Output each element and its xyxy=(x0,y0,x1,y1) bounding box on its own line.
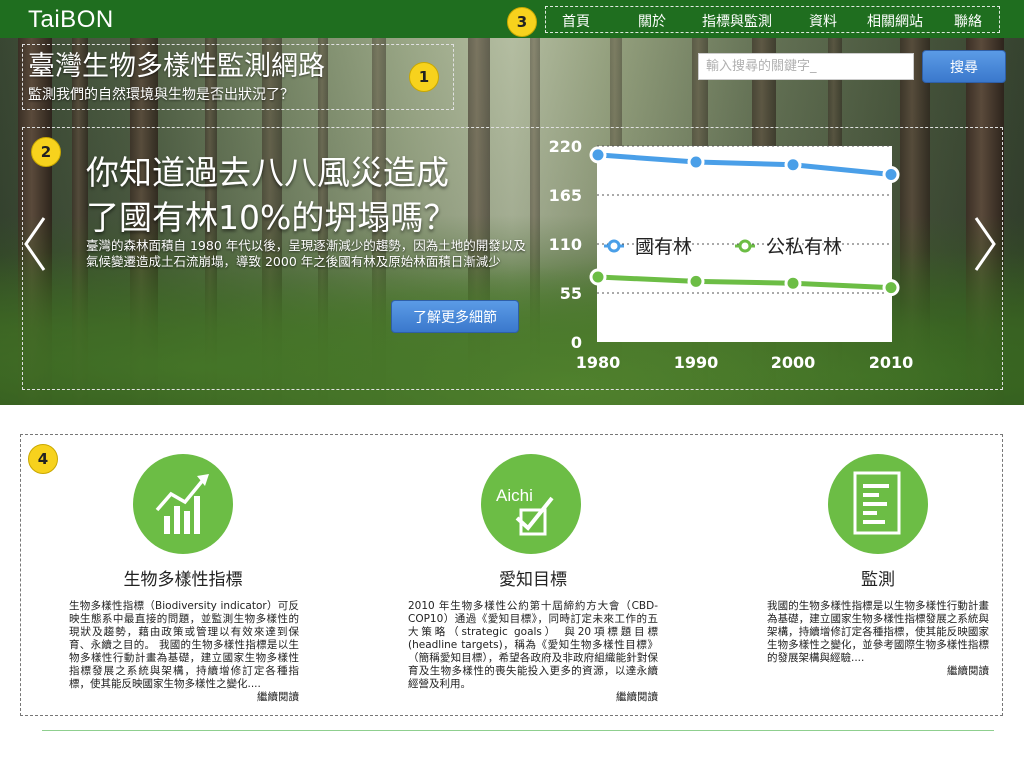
card-text-aichi: 2010 年生物多樣性公約第十屆締約方大會（CBD-COP10）通過《愛知目標》… xyxy=(408,600,658,704)
bar-chart-trend-icon[interactable] xyxy=(133,454,233,554)
legend-marker xyxy=(607,239,621,253)
y-tick-label: 165 xyxy=(549,186,582,205)
main-nav: 首頁 關於 指標與監測 資料 相關網站 聯絡 xyxy=(545,6,1000,33)
card-body: 2010 年生物多樣性公約第十屆締約方大會（CBD-COP10）通過《愛知目標》… xyxy=(408,600,658,690)
legend-label: 國有林 xyxy=(635,236,692,258)
card-body: 我國的生物多樣性指標是以生物多樣性行動計畫為基礎，建立國家生物多樣性指標發展之系… xyxy=(767,600,989,664)
data-point xyxy=(687,272,705,290)
card-body: 生物多樣性指標（Biodiversity indicator）可反映生態系中最直… xyxy=(69,600,299,690)
nav-item-contact[interactable]: 聯絡 xyxy=(954,11,982,31)
card-title-aichi[interactable]: 愛知目標 xyxy=(403,565,663,590)
y-tick-label: 0 xyxy=(571,333,582,352)
read-more-link[interactable]: 繼續閱讀 xyxy=(69,691,299,704)
feature-headline-line: 你知道過去八八風災造成 xyxy=(86,153,449,192)
x-tick-label: 1990 xyxy=(674,353,719,372)
y-tick-label: 110 xyxy=(549,235,582,254)
data-point xyxy=(882,166,900,184)
nav-item-about[interactable]: 關於 xyxy=(638,11,666,31)
aichi-checkbox-icon[interactable]: Aichi xyxy=(481,454,581,554)
data-point xyxy=(784,156,802,174)
annotation-badge: 1 xyxy=(409,62,439,92)
feature-headline-line: 了國有林10%的坍塌嗎？ xyxy=(86,198,457,237)
card-text-monitoring: 我國的生物多樣性指標是以生物多樣性行動計畫為基礎，建立國家生物多樣性指標發展之系… xyxy=(767,600,989,678)
nav-item-links[interactable]: 相關網站 xyxy=(867,11,923,31)
card-title-monitoring[interactable]: 監測 xyxy=(748,565,1008,590)
annotation-badge: 3 xyxy=(507,7,537,37)
feature-description: 臺灣的森林面積自 1980 年代以後，呈現逐漸減少的趨勢，因為土地的開發以及氣候… xyxy=(86,238,526,269)
read-more-link[interactable]: 繼續閱讀 xyxy=(767,665,989,678)
card-text-indicators: 生物多樣性指標（Biodiversity indicator）可反映生態系中最直… xyxy=(69,600,299,704)
data-point xyxy=(882,279,900,297)
document-report-icon[interactable] xyxy=(828,454,928,554)
chevron-right-icon[interactable] xyxy=(972,214,998,274)
forest-area-line-chart: 0 55 110 165 220 1980 1990 2000 2010 國有林 公私有林 xyxy=(549,137,914,372)
nav-item-home[interactable]: 首頁 xyxy=(562,11,590,31)
nav-item-data[interactable]: 資料 xyxy=(809,11,837,31)
aichi-icon-label: Aichi xyxy=(496,486,533,505)
site-title: 臺灣生物多樣性監測網路 xyxy=(28,51,325,82)
x-tick-label: 2010 xyxy=(869,353,914,372)
y-tick-label: 220 xyxy=(549,137,582,156)
legend-marker xyxy=(738,239,752,253)
x-tick-label: 1980 xyxy=(576,353,621,372)
y-tick-label: 55 xyxy=(560,284,582,303)
data-point xyxy=(589,146,607,164)
read-more-link[interactable]: 繼續閱讀 xyxy=(408,691,658,704)
nav-item-indicators[interactable]: 指標與監測 xyxy=(702,11,772,31)
x-tick-label: 2000 xyxy=(771,353,816,372)
footer-divider xyxy=(42,730,994,731)
search-input[interactable] xyxy=(698,53,914,80)
data-point xyxy=(687,153,705,171)
search-button[interactable]: 搜尋 xyxy=(922,50,1006,83)
data-point xyxy=(589,268,607,286)
annotation-badge: 2 xyxy=(31,137,61,167)
brand-logo[interactable]: TaiBON xyxy=(28,6,114,34)
card-title-indicators[interactable]: 生物多樣性指標 xyxy=(53,565,313,590)
legend-label: 公私有林 xyxy=(766,236,842,258)
chevron-left-icon[interactable] xyxy=(22,214,48,274)
site-subtitle: 監測我們的自然環境與生物是否出狀況了？ xyxy=(28,87,294,103)
feature-headline: 你知道過去八八風災造成 了國有林10%的坍塌嗎？ xyxy=(86,150,506,240)
data-point xyxy=(784,274,802,292)
learn-more-button[interactable]: 了解更多細節 xyxy=(391,300,519,333)
